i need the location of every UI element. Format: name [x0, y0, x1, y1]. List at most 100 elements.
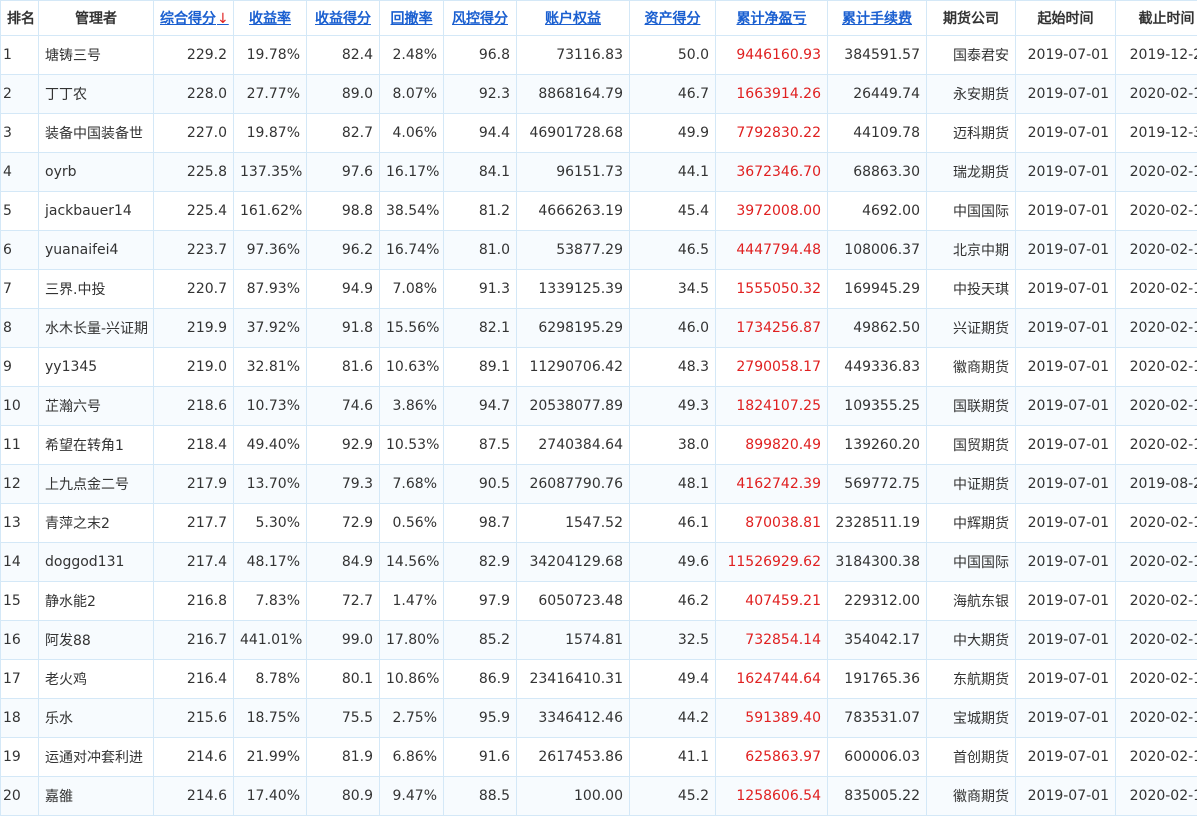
cell-total-score: 227.0: [154, 114, 234, 153]
table-row: 7三界.中投220.787.93%94.97.08%91.31339125.39…: [1, 270, 1197, 309]
cell-total-score: 214.6: [154, 738, 234, 777]
cell-drawdown: 10.53%: [380, 426, 444, 465]
cell-fees: 109355.25: [828, 387, 927, 426]
cell-risk-score: 98.7: [444, 504, 517, 543]
header-return-score[interactable]: 收益得分: [307, 1, 380, 36]
header-manager: 管理者: [39, 1, 154, 36]
header-asset-score[interactable]: 资产得分: [630, 1, 716, 36]
cell-drawdown: 2.48%: [380, 36, 444, 75]
cell-equity: 46901728.68: [517, 114, 630, 153]
cell-rank: 5: [1, 192, 39, 231]
cell-start-date: 2019-07-01: [1016, 114, 1116, 153]
cell-return-rate: 27.77%: [234, 75, 307, 114]
sort-desc-icon: ↓: [217, 11, 229, 27]
cell-net-profit: 870038.81: [716, 504, 828, 543]
cell-risk-score: 94.4: [444, 114, 517, 153]
cell-return-rate: 32.81%: [234, 348, 307, 387]
cell-broker: 迈科期货: [927, 114, 1016, 153]
cell-return-score: 82.7: [307, 114, 380, 153]
cell-equity: 11290706.42: [517, 348, 630, 387]
cell-broker: 中大期货: [927, 621, 1016, 660]
table-row: 2丁丁农228.027.77%89.08.07%92.38868164.7946…: [1, 75, 1197, 114]
cell-end-date: 2020-02-18: [1116, 738, 1197, 777]
cell-equity: 6050723.48: [517, 582, 630, 621]
cell-asset-score: 45.4: [630, 192, 716, 231]
cell-fees: 2328511.19: [828, 504, 927, 543]
cell-drawdown: 3.86%: [380, 387, 444, 426]
table-row: 16阿发88216.7441.01%99.017.80%85.21574.813…: [1, 621, 1197, 660]
header-broker: 期货公司: [927, 1, 1016, 36]
header-return-rate[interactable]: 收益率: [234, 1, 307, 36]
cell-manager: 丁丁农: [39, 75, 154, 114]
cell-manager: 阿发88: [39, 621, 154, 660]
cell-total-score: 229.2: [154, 36, 234, 75]
cell-equity: 3346412.46: [517, 699, 630, 738]
cell-fees: 3184300.38: [828, 543, 927, 582]
cell-rank: 15: [1, 582, 39, 621]
cell-rank: 3: [1, 114, 39, 153]
cell-total-score: 217.7: [154, 504, 234, 543]
header-total-score[interactable]: 综合得分↓: [154, 1, 234, 36]
cell-asset-score: 50.0: [630, 36, 716, 75]
cell-equity: 1339125.39: [517, 270, 630, 309]
cell-rank: 12: [1, 465, 39, 504]
cell-equity: 100.00: [517, 777, 630, 816]
cell-rank: 10: [1, 387, 39, 426]
cell-rank: 17: [1, 660, 39, 699]
cell-risk-score: 84.1: [444, 153, 517, 192]
table-row: 20嘉雒214.617.40%80.99.47%88.5100.0045.212…: [1, 777, 1197, 816]
header-risk-score[interactable]: 风控得分: [444, 1, 517, 36]
cell-risk-score: 95.9: [444, 699, 517, 738]
cell-drawdown: 8.07%: [380, 75, 444, 114]
cell-fees: 569772.75: [828, 465, 927, 504]
cell-broker: 海航东银: [927, 582, 1016, 621]
header-equity[interactable]: 账户权益: [517, 1, 630, 36]
cell-return-score: 74.6: [307, 387, 380, 426]
cell-risk-score: 91.6: [444, 738, 517, 777]
cell-broker: 中辉期货: [927, 504, 1016, 543]
cell-end-date: 2020-02-18: [1116, 699, 1197, 738]
cell-rank: 20: [1, 777, 39, 816]
cell-broker: 国贸期货: [927, 426, 1016, 465]
header-drawdown[interactable]: 回撤率: [380, 1, 444, 36]
cell-equity: 20538077.89: [517, 387, 630, 426]
cell-end-date: 2019-12-31: [1116, 114, 1197, 153]
cell-return-rate: 37.92%: [234, 309, 307, 348]
cell-return-score: 92.9: [307, 426, 380, 465]
cell-end-date: 2020-02-18: [1116, 231, 1197, 270]
table-row: 6yuanaifei4223.797.36%96.216.74%81.05387…: [1, 231, 1197, 270]
cell-asset-score: 32.5: [630, 621, 716, 660]
cell-fees: 191765.36: [828, 660, 927, 699]
cell-manager: yuanaifei4: [39, 231, 154, 270]
cell-risk-score: 89.1: [444, 348, 517, 387]
cell-equity: 8868164.79: [517, 75, 630, 114]
cell-drawdown: 10.86%: [380, 660, 444, 699]
cell-risk-score: 92.3: [444, 75, 517, 114]
table-row: 9yy1345219.032.81%81.610.63%89.111290706…: [1, 348, 1197, 387]
cell-broker: 中国国际: [927, 543, 1016, 582]
header-end-date: 截止时间: [1116, 1, 1197, 36]
cell-rank: 18: [1, 699, 39, 738]
cell-broker: 永安期货: [927, 75, 1016, 114]
cell-fees: 783531.07: [828, 699, 927, 738]
cell-return-rate: 10.73%: [234, 387, 307, 426]
header-net-profit[interactable]: 累计净盈亏: [716, 1, 828, 36]
cell-drawdown: 1.47%: [380, 582, 444, 621]
cell-net-profit: 1734256.87: [716, 309, 828, 348]
cell-broker: 北京中期: [927, 231, 1016, 270]
cell-equity: 23416410.31: [517, 660, 630, 699]
cell-end-date: 2020-02-18: [1116, 777, 1197, 816]
cell-equity: 34204129.68: [517, 543, 630, 582]
cell-manager: 静水能2: [39, 582, 154, 621]
cell-start-date: 2019-07-01: [1016, 660, 1116, 699]
cell-asset-score: 49.6: [630, 543, 716, 582]
header-total-score-label: 综合得分: [160, 11, 216, 27]
cell-return-rate: 49.40%: [234, 426, 307, 465]
cell-total-score: 217.9: [154, 465, 234, 504]
cell-end-date: 2020-02-18: [1116, 309, 1197, 348]
cell-asset-score: 34.5: [630, 270, 716, 309]
cell-drawdown: 17.80%: [380, 621, 444, 660]
header-start-date: 起始时间: [1016, 1, 1116, 36]
header-fees[interactable]: 累计手续费: [828, 1, 927, 36]
cell-return-score: 72.9: [307, 504, 380, 543]
